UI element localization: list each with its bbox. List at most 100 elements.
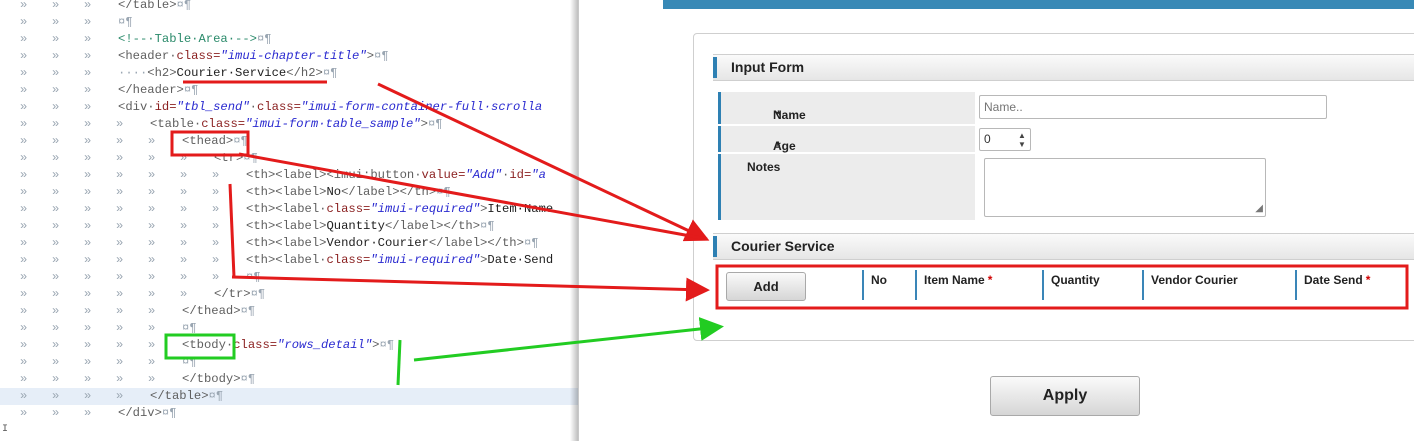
apply-button[interactable]: Apply [990, 376, 1140, 416]
tab-marker: » [148, 185, 156, 199]
line-marker: I [2, 424, 9, 435]
tab-marker: » [84, 49, 92, 63]
code-line: » » » </table>¤¶ [0, 0, 578, 14]
column-separator [1042, 270, 1044, 300]
tab-marker: » [212, 168, 220, 182]
tab-marker: » [52, 321, 60, 335]
code-line: » » » » » <thead>¤¶ [0, 133, 578, 150]
tab-marker: » [180, 202, 188, 216]
tab-marker: » [212, 236, 220, 250]
tab-marker: » [180, 168, 188, 182]
tab-marker: » [84, 117, 92, 131]
tab-marker: » [84, 83, 92, 97]
age-stepper[interactable]: 0 ▲ ▼ [979, 128, 1031, 151]
resize-grip-icon[interactable]: ◢ [1255, 203, 1263, 214]
tab-marker: » [116, 134, 124, 148]
tab-marker: » [148, 355, 156, 369]
code-line: » » » » » » » <th><label>Vendor·Courier</label>… [0, 235, 578, 252]
tab-marker: » [20, 202, 28, 216]
tab-marker: » [84, 66, 92, 80]
code-editor[interactable]: » » » </table>¤¶ » » » ¤¶ » » » <!--·Table·Area·-->… [0, 0, 578, 441]
tab-marker: » [20, 253, 28, 267]
required-marker: * [1365, 273, 1371, 287]
tab-marker: » [52, 202, 60, 216]
tab-marker: » [116, 168, 124, 182]
column-header-vendor-courier: Vendor Courier [1151, 273, 1238, 287]
code-text: </table>¤¶ [150, 389, 224, 403]
tab-marker: » [84, 270, 92, 284]
code-line: » » » » » <tbody·class="rows_detail">¤¶ [0, 337, 578, 354]
code-line: » » » » » » </tr>¤¶ [0, 286, 578, 303]
column-separator [862, 270, 864, 300]
section-header-courier-service: Courier Service [713, 233, 1414, 260]
age-field-cell: 0 ▲ ▼ [975, 126, 1414, 152]
code-line: » » » » » ¤¶ [0, 354, 578, 371]
code-line: » » » » » » » <th><label><imui:button·value="Ad… [0, 167, 578, 184]
section-header-input-form: Input Form [713, 54, 1414, 81]
column-header-no: No [871, 273, 887, 287]
tab-marker: » [20, 168, 28, 182]
section-title: Input Form [731, 59, 805, 75]
code-line: » » » » » » » <th><label·class="imui-required">… [0, 252, 578, 269]
tab-marker: » [84, 236, 92, 250]
form-row-notes: Notes ◢ [718, 154, 1414, 220]
tab-marker: » [116, 355, 124, 369]
name-field-cell [975, 92, 1414, 124]
name-input[interactable] [979, 95, 1327, 119]
tab-marker: » [84, 151, 92, 165]
notes-textarea[interactable]: ◢ [984, 158, 1266, 217]
tab-marker: » [20, 185, 28, 199]
tab-marker: » [116, 117, 124, 131]
stepper-arrows-icon[interactable]: ▲ ▼ [1016, 131, 1028, 150]
tab-marker: » [84, 304, 92, 318]
code-line: » » » <!--·Table·Area·-->¤¶ [0, 31, 578, 48]
code-text: </thead>¤¶ [182, 304, 256, 318]
tab-marker: » [212, 202, 220, 216]
tab-marker: » [148, 134, 156, 148]
tab-marker: » [116, 287, 124, 301]
code-text: <th><label·class="imui-required">Item·Na… [246, 202, 554, 216]
tab-marker: » [52, 287, 60, 301]
notes-label: Notes [747, 160, 781, 174]
code-line: » » » </div>¤¶ [0, 405, 578, 422]
tab-marker: » [148, 321, 156, 335]
tab-marker: » [52, 32, 60, 46]
tab-marker: » [20, 270, 28, 284]
tab-marker: » [20, 100, 28, 114]
code-line: » » » </header>¤¶ [0, 82, 578, 99]
code-line: » » » » » » » ¤¶ [0, 269, 578, 286]
tab-marker: » [52, 117, 60, 131]
tab-marker: » [52, 151, 60, 165]
tab-marker: » [84, 202, 92, 216]
tab-marker: » [148, 270, 156, 284]
code-text: <!--·Table·Area·-->¤¶ [118, 32, 272, 46]
code-text: </table>¤¶ [118, 0, 192, 12]
tab-marker: » [20, 49, 28, 63]
tab-marker: » [20, 355, 28, 369]
tab-marker: » [52, 15, 60, 29]
tab-marker: » [116, 321, 124, 335]
notes-label-cell: Notes [718, 154, 975, 220]
tab-marker: » [180, 270, 188, 284]
tab-marker: » [52, 49, 60, 63]
code-text: <table·class="imui-form·table_sample">¤¶ [150, 117, 443, 131]
tab-marker: » [52, 406, 60, 420]
tab-marker: » [52, 304, 60, 318]
tab-marker: » [180, 185, 188, 199]
tab-marker: » [180, 151, 188, 165]
tab-marker: » [20, 236, 28, 250]
tab-marker: » [52, 0, 60, 12]
tab-marker: » [84, 168, 92, 182]
name-label-cell: Name * [718, 92, 975, 124]
tab-marker: » [84, 338, 92, 352]
tab-marker: » [84, 0, 92, 12]
tab-marker: » [52, 134, 60, 148]
tab-marker: » [148, 202, 156, 216]
tab-marker: » [212, 219, 220, 233]
column-header-quantity: Quantity [1051, 273, 1100, 287]
tab-marker: » [116, 389, 124, 403]
code-text: </tr>¤¶ [214, 287, 266, 301]
add-button[interactable]: Add [726, 272, 806, 301]
code-line: » » » » </table>¤¶ [0, 388, 578, 405]
required-marker: * [987, 273, 993, 287]
